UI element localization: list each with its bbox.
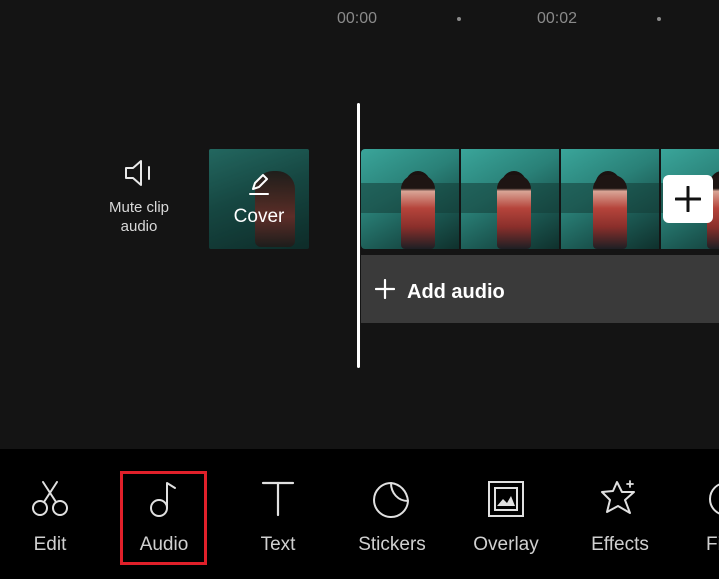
video-frame <box>461 149 559 249</box>
toolbar-overlay[interactable]: Overlay <box>461 449 551 579</box>
toolbar-stickers-label: Stickers <box>358 534 426 555</box>
add-audio-label: Add audio <box>407 281 505 303</box>
plus-icon <box>375 279 395 299</box>
audio-selection-highlight <box>120 471 207 565</box>
toolbar-effects-label: Effects <box>591 534 649 555</box>
scissors-icon <box>32 481 68 516</box>
add-audio-button[interactable]: Add audio <box>361 255 719 323</box>
effects-star-icon <box>601 480 635 514</box>
ruler-tick <box>457 17 461 21</box>
toolbar-text[interactable]: Text <box>233 449 323 579</box>
toolbar-overlay-label: Overlay <box>473 534 539 555</box>
ruler-tick <box>657 17 661 21</box>
plus-icon <box>675 186 701 212</box>
edit-pencil-icon <box>249 174 269 195</box>
toolbar-filters[interactable]: Fi <box>700 449 719 579</box>
video-frame <box>361 149 459 249</box>
add-clip-button[interactable] <box>663 175 713 223</box>
video-frame <box>561 149 659 249</box>
mute-clip-label-line2: audio <box>120 218 158 235</box>
cover-button[interactable]: Cover <box>209 149 309 249</box>
toolbar-edit-label: Edit <box>33 534 67 555</box>
speaker-icon <box>125 160 150 186</box>
overlay-icon <box>488 481 524 517</box>
cover-label: Cover <box>233 206 285 227</box>
toolbar-text-label: Text <box>260 534 296 555</box>
playhead[interactable] <box>357 103 360 368</box>
text-icon <box>261 481 295 517</box>
toolbar-stickers[interactable]: Stickers <box>347 449 437 579</box>
filter-icon <box>709 483 719 515</box>
mute-clip-audio-button[interactable]: Mute clip audio <box>96 158 182 236</box>
sticker-icon <box>373 482 409 518</box>
bottom-toolbar: Edit Audio Text Stickers Overlay Effects… <box>0 449 719 579</box>
ruler-time-1: 00:02 <box>537 10 578 27</box>
toolbar-edit[interactable]: Edit <box>5 449 95 579</box>
toolbar-effects[interactable]: Effects <box>575 449 665 579</box>
toolbar-filters-label: Fi <box>706 534 719 555</box>
mute-clip-label-line1: Mute clip <box>108 199 170 216</box>
ruler-time-0: 00:00 <box>337 10 378 27</box>
timeline-area[interactable]: 00:00 00:02 Mute clip audio Cover Add au… <box>0 0 719 449</box>
